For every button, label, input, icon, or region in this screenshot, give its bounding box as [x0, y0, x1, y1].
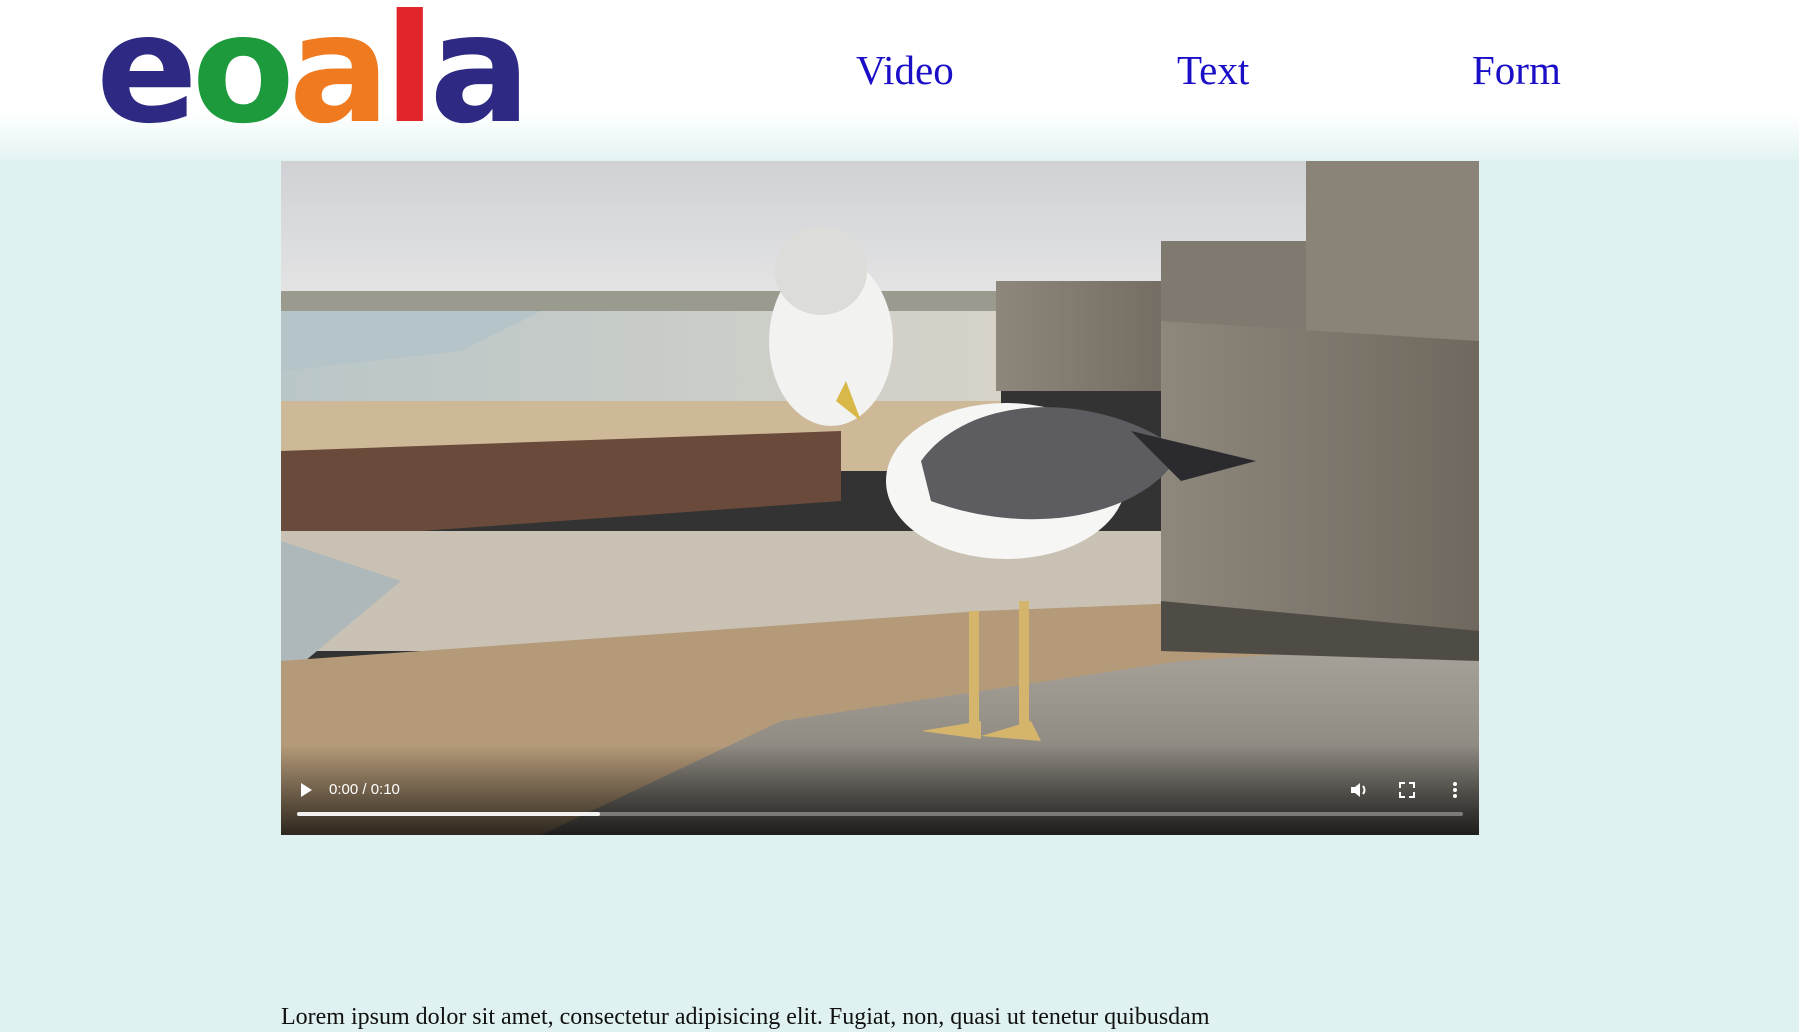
play-button[interactable]	[295, 779, 317, 801]
video-player[interactable]: 0:00 / 0:10	[281, 161, 1479, 835]
volume-icon	[1351, 783, 1366, 797]
nav-link-text[interactable]: Text	[1177, 44, 1249, 96]
body-paragraph: Lorem ipsum dolor sit amet, consectetur …	[281, 1004, 1210, 1030]
video-frame	[281, 161, 1479, 835]
mute-button[interactable]	[1347, 778, 1371, 802]
seek-bar-fill	[297, 812, 601, 816]
more-options-icon	[1453, 782, 1457, 798]
site-header: e o a l a Video Text Form	[0, 0, 1799, 160]
seek-bar[interactable]	[297, 812, 1463, 816]
controls-overlay	[281, 745, 1479, 835]
play-icon	[301, 783, 312, 797]
more-options-button[interactable]	[1443, 778, 1467, 802]
nav-link-video[interactable]: Video	[856, 44, 954, 96]
fullscreen-button[interactable]	[1395, 778, 1419, 802]
main-nav: Video Text Form	[0, 44, 1799, 104]
fullscreen-icon	[1399, 782, 1415, 798]
time-display: 0:00 / 0:10	[329, 781, 400, 798]
nav-link-form[interactable]: Form	[1472, 44, 1561, 96]
